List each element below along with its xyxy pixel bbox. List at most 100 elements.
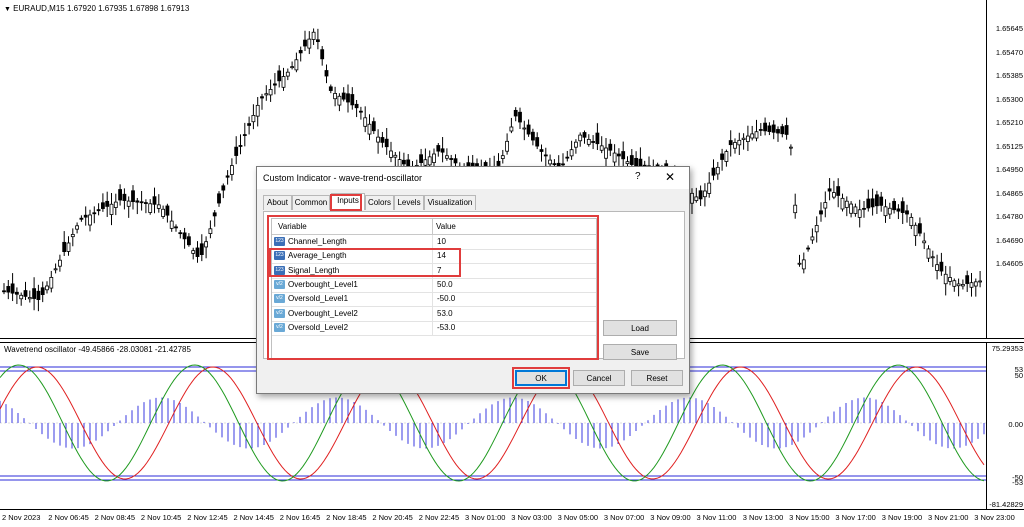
variable-value[interactable]: 7: [437, 266, 441, 275]
candle: [754, 119, 759, 142]
tab-common[interactable]: Common: [292, 195, 330, 210]
column-value[interactable]: Value: [436, 222, 456, 231]
table-row[interactable]: v/2 Overbought_Level2 53.0: [272, 306, 596, 322]
candle: [449, 154, 454, 167]
table-row[interactable]: 123 Channel_Length 10: [272, 235, 596, 250]
chart-title: ▼ EURAUD,M15 1.67920 1.67935 1.67898 1.6…: [4, 4, 189, 13]
candle: [887, 202, 892, 219]
candle: [758, 123, 763, 136]
save-button[interactable]: Save: [603, 344, 677, 360]
variable-name: Oversold_Level1: [288, 294, 349, 304]
indicator-tick-label: 50: [1014, 371, 1023, 380]
table-row[interactable]: 123 Average_Length 14: [272, 249, 596, 265]
dialog-titlebar[interactable]: Custom Indicator - wave-trend-oscillator…: [257, 167, 689, 189]
candle: [879, 191, 884, 212]
table-row[interactable]: 123 Signal_Length 7: [272, 263, 596, 279]
column-divider[interactable]: [432, 219, 433, 234]
candle: [518, 107, 522, 129]
reset-button[interactable]: Reset: [631, 370, 683, 386]
candle: [358, 106, 363, 120]
candle: [505, 133, 510, 155]
candle: [113, 193, 118, 216]
tab-inputs[interactable]: Inputs: [331, 193, 365, 210]
candle: [793, 193, 798, 219]
candle: [298, 46, 303, 62]
candle: [746, 125, 750, 152]
ok-button[interactable]: OK: [515, 370, 567, 386]
tab-colors[interactable]: Colors: [365, 195, 394, 210]
variable-value[interactable]: 50.0: [437, 280, 453, 289]
tab-visualization[interactable]: Visualization: [424, 195, 476, 210]
candle: [260, 93, 264, 110]
variable-name: Average_Length: [288, 251, 347, 261]
candle: [6, 280, 11, 300]
candle: [797, 254, 802, 267]
candle: [92, 206, 97, 224]
time-tick-label: 3 Nov 19:00: [881, 513, 923, 522]
candle: [853, 203, 858, 217]
dialog-title: Custom Indicator - wave-trend-oscillator: [263, 173, 423, 183]
candle: [814, 216, 819, 243]
candle: [522, 120, 527, 141]
candle: [32, 277, 36, 311]
price-tick-label: 1.65470: [995, 47, 1023, 57]
close-icon[interactable]: ✕: [665, 170, 675, 184]
variable-value[interactable]: -53.0: [437, 323, 455, 332]
tab-levels[interactable]: Levels: [394, 195, 424, 210]
candle: [948, 266, 952, 286]
symbol-menu-icon[interactable]: ▼: [4, 6, 11, 13]
variable-value[interactable]: -50.0: [437, 294, 455, 303]
table-row[interactable]: v/2 Oversold_Level2 -53.0: [272, 320, 596, 336]
variable-value[interactable]: 10: [437, 237, 446, 246]
time-tick-label: 2 Nov 16:45: [279, 513, 321, 522]
candle: [870, 188, 875, 216]
candle: [152, 187, 157, 214]
time-tick-label: 3 Nov 03:00: [511, 513, 552, 522]
candle: [750, 125, 755, 141]
time-tick-label: 3 Nov 17:00: [835, 513, 876, 522]
candle: [277, 65, 282, 88]
candle: [922, 232, 927, 250]
price-tick-label: 1.65125: [995, 141, 1023, 151]
inputs-table[interactable]: Variable Value 123 Channel_Length 10 123 Ave…: [271, 218, 597, 360]
candle: [45, 281, 49, 294]
price-tick-label: 1.64950: [995, 165, 1023, 174]
candle: [83, 206, 88, 226]
help-icon[interactable]: ?: [635, 171, 641, 182]
table-header: Variable Value: [272, 219, 596, 235]
candle: [182, 227, 187, 249]
candle: [40, 281, 45, 303]
load-button[interactable]: Load: [603, 320, 677, 336]
variable-name: Overbought_Level2: [288, 308, 358, 318]
candle: [109, 192, 114, 226]
candle: [126, 196, 131, 218]
indicator-tick-label: -53: [1012, 478, 1023, 487]
variable-name: Oversold_Level2: [288, 322, 349, 332]
candle: [574, 139, 578, 154]
candle: [771, 120, 776, 140]
column-variable[interactable]: Variable: [278, 222, 307, 231]
variable-value[interactable]: 53.0: [437, 309, 453, 318]
candle: [2, 283, 6, 295]
candle: [531, 128, 535, 146]
variable-value[interactable]: 14: [437, 251, 446, 260]
tab-about[interactable]: About: [263, 195, 292, 210]
candle: [823, 191, 828, 218]
candle: [827, 178, 832, 201]
candle: [586, 134, 591, 147]
candle: [715, 161, 720, 180]
candle: [229, 158, 234, 181]
candle: [324, 64, 329, 84]
candle: [156, 194, 161, 213]
table-row[interactable]: v/2 Oversold_Level1 -50.0: [272, 292, 596, 308]
time-tick-label: 3 Nov 21:00: [928, 513, 969, 522]
candle: [212, 210, 217, 227]
candle: [763, 117, 767, 136]
cancel-button[interactable]: Cancel: [573, 370, 625, 386]
candle: [578, 132, 583, 147]
time-tick-label: 3 Nov 13:00: [742, 513, 784, 522]
candle: [191, 247, 196, 260]
candle: [242, 122, 247, 147]
candle: [892, 198, 896, 214]
table-row[interactable]: v/2 Overbought_Level1 50.0: [272, 277, 596, 293]
